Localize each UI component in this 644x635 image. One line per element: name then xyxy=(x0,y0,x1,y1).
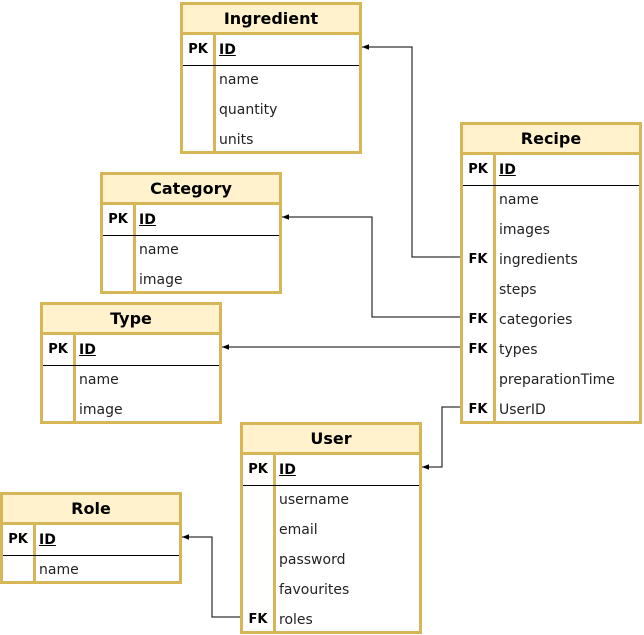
field-row: FK types xyxy=(463,335,639,365)
field-row: FK UserID xyxy=(463,395,639,425)
key-label: PK xyxy=(188,42,208,57)
field-row: units xyxy=(183,125,359,155)
key-label: PK xyxy=(8,532,28,547)
key-label xyxy=(243,515,273,545)
key-label: FK xyxy=(248,612,268,627)
key-label xyxy=(43,395,73,425)
key-label xyxy=(3,555,33,585)
field-name: UserID xyxy=(499,402,546,418)
field-row: quantity xyxy=(183,95,359,125)
field-name: password xyxy=(279,552,346,568)
key-label xyxy=(463,215,493,245)
entity-title: Role xyxy=(3,495,179,525)
key-label: PK xyxy=(48,342,68,357)
field-row: FK categories xyxy=(463,305,639,335)
key-label: FK xyxy=(468,342,488,357)
entity-title: Type xyxy=(43,305,219,335)
field-row: steps xyxy=(463,275,639,305)
key-label xyxy=(463,365,493,395)
field-name: ID xyxy=(79,342,96,358)
key-label: PK xyxy=(108,212,128,227)
field-row: name xyxy=(3,555,179,585)
field-name: types xyxy=(499,342,538,358)
field-row: PK ID xyxy=(183,35,359,66)
field-name: ID xyxy=(279,462,296,478)
field-name: categories xyxy=(499,312,573,328)
key-label: PK xyxy=(248,462,268,477)
key-label xyxy=(183,65,213,95)
field-name: image xyxy=(79,402,123,418)
entity-role[interactable]: Role PK ID name xyxy=(0,492,182,584)
relation-connector[interactable] xyxy=(362,44,460,258)
key-label xyxy=(103,235,133,265)
field-name: image xyxy=(139,272,183,288)
entity-user[interactable]: User PK ID username email password favourites F… xyxy=(240,422,422,634)
field-row: password xyxy=(243,545,419,575)
field-name: units xyxy=(219,132,254,148)
field-row: PK ID xyxy=(43,335,219,366)
field-name: favourites xyxy=(279,582,350,598)
key-label xyxy=(243,545,273,575)
entity-title: Category xyxy=(103,175,279,205)
field-row: image xyxy=(43,395,219,425)
field-row: PK ID xyxy=(463,155,639,186)
key-label xyxy=(43,365,73,395)
key-label xyxy=(243,485,273,515)
field-name: name xyxy=(79,372,119,388)
entity-category[interactable]: Category PK ID name image xyxy=(100,172,282,294)
entity-ingredient[interactable]: Ingredient PK ID name quantity units xyxy=(180,2,362,154)
field-name: images xyxy=(499,222,550,238)
field-name: ID xyxy=(39,532,56,548)
field-name: name xyxy=(499,192,539,208)
field-row: images xyxy=(463,215,639,245)
field-row: name xyxy=(463,185,639,215)
relation-connector[interactable] xyxy=(182,534,240,618)
key-label xyxy=(103,265,133,295)
field-name: name xyxy=(39,562,79,578)
field-name: name xyxy=(219,72,259,88)
field-row: preparationTime xyxy=(463,365,639,395)
field-row: FK ingredients xyxy=(463,245,639,275)
key-label xyxy=(463,185,493,215)
field-name: email xyxy=(279,522,318,538)
relation-connector[interactable] xyxy=(422,406,460,470)
field-name: roles xyxy=(279,612,313,628)
entity-title: Ingredient xyxy=(183,5,359,35)
field-row: image xyxy=(103,265,279,295)
field-name: quantity xyxy=(219,102,278,118)
entity-title: Recipe xyxy=(463,125,639,155)
relation-connector[interactable] xyxy=(282,214,460,318)
key-label: FK xyxy=(468,402,488,417)
entity-recipe[interactable]: Recipe PK ID name images FK ingredients steps FK… xyxy=(460,122,642,424)
field-name: ID xyxy=(219,42,236,58)
field-name: ingredients xyxy=(499,252,578,268)
field-name: preparationTime xyxy=(499,372,615,388)
field-name: ID xyxy=(139,212,156,228)
field-name: ID xyxy=(499,162,516,178)
entity-type[interactable]: Type PK ID name image xyxy=(40,302,222,424)
entity-title: User xyxy=(243,425,419,455)
key-label xyxy=(243,575,273,605)
field-row: PK ID xyxy=(103,205,279,236)
field-name: name xyxy=(139,242,179,258)
field-row: email xyxy=(243,515,419,545)
er-diagram-canvas: Ingredient PK ID name quantity units Category P… xyxy=(0,0,644,635)
field-row: name xyxy=(183,65,359,95)
field-row: name xyxy=(43,365,219,395)
field-row: name xyxy=(103,235,279,265)
field-name: steps xyxy=(499,282,537,298)
key-label: FK xyxy=(468,312,488,327)
field-row: PK ID xyxy=(3,525,179,556)
key-label xyxy=(183,95,213,125)
field-row: FK roles xyxy=(243,605,419,635)
field-row: username xyxy=(243,485,419,515)
key-label: PK xyxy=(468,162,488,177)
field-row: favourites xyxy=(243,575,419,605)
field-name: username xyxy=(279,492,349,508)
key-label xyxy=(183,125,213,155)
field-row: PK ID xyxy=(243,455,419,486)
key-label: FK xyxy=(468,252,488,267)
key-label xyxy=(463,275,493,305)
